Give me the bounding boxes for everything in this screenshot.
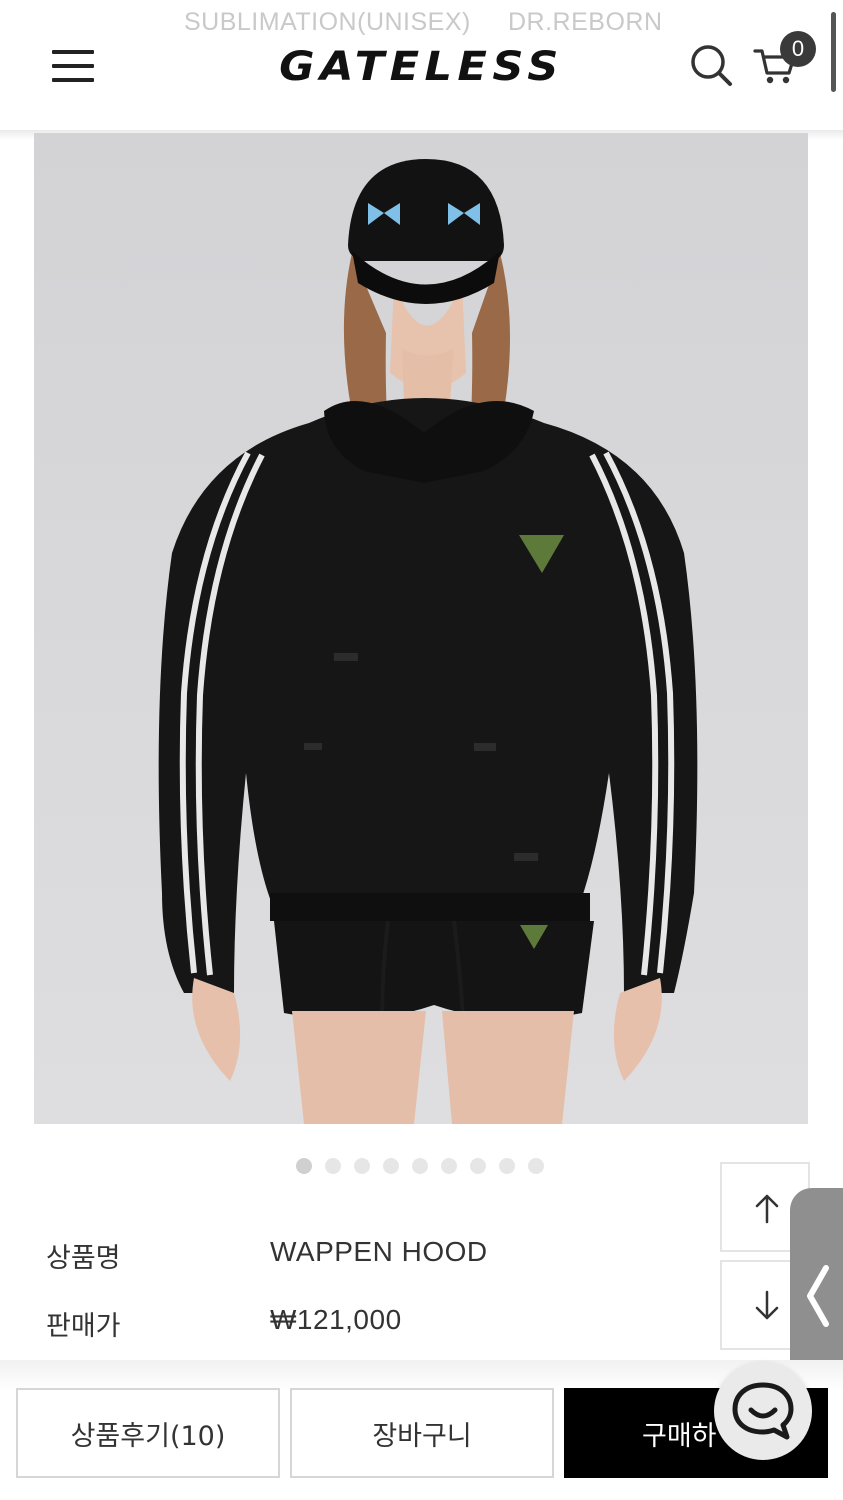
menu-icon[interactable] [52, 50, 94, 84]
carousel-dot-4[interactable] [383, 1158, 399, 1174]
carousel-dot-3[interactable] [354, 1158, 370, 1174]
page-scrollbar[interactable] [831, 12, 836, 92]
header: GATELESS [0, 36, 843, 132]
search-icon[interactable] [688, 42, 734, 88]
chat-button[interactable] [714, 1362, 812, 1460]
product-price-label: 판매가 [46, 1311, 121, 1342]
carousel-dot-1[interactable] [296, 1158, 312, 1174]
carousel-pagination [296, 1158, 544, 1174]
product-image[interactable] [34, 133, 808, 1124]
review-button[interactable]: 상품후기(10) [16, 1388, 280, 1478]
product-name-label: 상품명 [46, 1243, 121, 1274]
cart-count-badge: 0 [780, 31, 816, 67]
arrow-down-icon [755, 1290, 779, 1320]
nav-link-sublimation[interactable]: SUBLIMATION(UNISEX) [184, 8, 471, 37]
carousel-dot-5[interactable] [412, 1158, 428, 1174]
bottom-action-bar: 상품후기(10) 장바구니 구매하 [0, 1372, 843, 1500]
brand-logo[interactable]: GATELESS [247, 44, 596, 90]
chat-bubble-icon [732, 1382, 794, 1440]
chevron-left-icon [807, 1265, 829, 1327]
carousel-dot-2[interactable] [325, 1158, 341, 1174]
product-name-value: WAPPEN HOOD [270, 1236, 488, 1267]
product-price-value: ₩121,000 [270, 1304, 402, 1335]
nav-link-dr-reborn[interactable]: DR.REBORN [508, 8, 663, 37]
carousel-dot-6[interactable] [441, 1158, 457, 1174]
carousel-dot-7[interactable] [470, 1158, 486, 1174]
carousel-dot-9[interactable] [528, 1158, 544, 1174]
arrow-up-icon [755, 1194, 779, 1224]
carousel-dot-8[interactable] [499, 1158, 515, 1174]
add-to-cart-button[interactable]: 장바구니 [290, 1388, 554, 1478]
model-photo-illustration [34, 133, 808, 1124]
